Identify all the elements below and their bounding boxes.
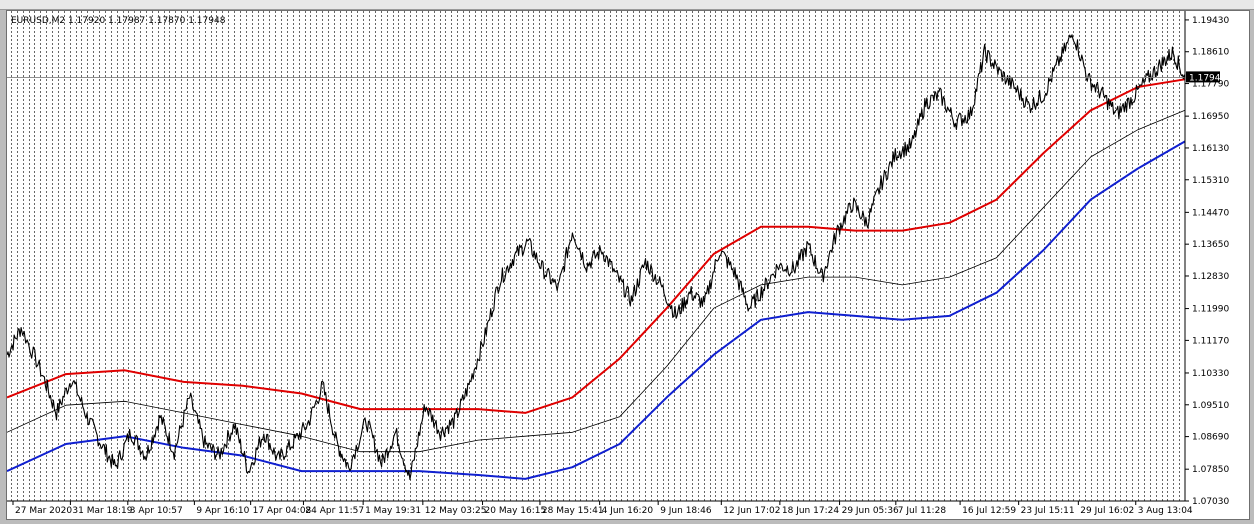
price-chart[interactable]: 1.194301.186101.177901.169501.161301.153… xyxy=(7,11,1249,519)
y-tick-label: 1.08690 xyxy=(1192,433,1229,443)
x-tick-label: 4 Jun 16:20 xyxy=(602,506,654,516)
chart-window[interactable]: 1.19430 1.18610 1.17790 1.16950 1.16130 1.153… xyxy=(6,10,1250,520)
series-lower-band xyxy=(7,140,1186,480)
y-tick-label: 1.07850 xyxy=(1192,465,1229,475)
current-price-value: 1.17948 xyxy=(1189,73,1226,83)
x-tick-label: 17 Apr 04:08 xyxy=(253,506,312,516)
x-tick-label: 31 Mar 18:19 xyxy=(72,506,132,516)
y-tick-label: 1.14470 xyxy=(1192,208,1229,218)
x-tick-label: 9 Apr 16:10 xyxy=(196,506,249,516)
x-tick-label: 29 Jul 16:02 xyxy=(1080,506,1134,516)
y-tick-label: 1.10330 xyxy=(1192,369,1229,379)
x-tick-label: 18 Jun 17:24 xyxy=(782,506,839,516)
x-tick-label: 16 Jul 12:59 xyxy=(962,506,1016,516)
y-tick-label: 1.16130 xyxy=(1192,144,1229,154)
series-price xyxy=(7,34,1186,481)
y-tick-label: 1.13650 xyxy=(1192,240,1229,250)
x-tick-label: 3 Aug 13:04 xyxy=(1138,506,1193,516)
toolbar-strip xyxy=(0,0,1254,10)
y-tick-label: 1.18610 xyxy=(1192,48,1229,58)
y-tick-label: 1.11990 xyxy=(1192,305,1229,315)
series-upper-band xyxy=(7,78,1186,414)
x-tick-label: 23 Jul 15:11 xyxy=(1021,506,1075,516)
current-price-label: 1.17948 xyxy=(1186,71,1226,83)
y-tick-label: 1.07030 xyxy=(1192,497,1229,507)
series-layer xyxy=(7,34,1186,481)
y-tick-label: 1.19430 xyxy=(1192,16,1229,26)
y-tick-label: 1.11170 xyxy=(1192,336,1229,346)
terminal-window: 1.19430 1.18610 1.17790 1.16950 1.16130 1.153… xyxy=(0,0,1254,524)
x-tick-label: 12 Jun 17:02 xyxy=(723,506,780,516)
x-tick-label: 28 May 15:41 xyxy=(542,506,604,516)
x-tick-label: 9 Jun 18:46 xyxy=(660,506,712,516)
x-axis-ticks: 27 Mar 2020 31 Mar 18:193 Apr 10:57 9 Apr … xyxy=(12,501,1193,516)
y-tick-label: 1.09510 xyxy=(1192,401,1229,411)
x-tick-label: 3 Apr 10:57 xyxy=(130,506,183,516)
x-tick-label: 24 Apr 11:57 xyxy=(305,506,364,516)
y-tick-label: 1.15310 xyxy=(1192,176,1229,186)
x-tick-label: 12 May 03:25 xyxy=(425,506,487,516)
y-tick-label: 1.16950 xyxy=(1192,112,1229,122)
y-tick-label: 1.12830 xyxy=(1192,272,1229,282)
x-tick-label: 20 May 16:15 xyxy=(485,506,547,516)
x-tick-label: 7 Jul 11:28 xyxy=(898,506,947,516)
y-axis-ticks: 1.194301.186101.177901.169501.161301.153… xyxy=(1185,16,1229,507)
x-tick-label: 1 May 19:31 xyxy=(365,506,421,516)
symbol-header: EURUSD,M2 1.17920 1.17987 1.17870 1.1794… xyxy=(11,16,226,26)
x-tick-label: 27 Mar 2020 xyxy=(15,506,72,516)
x-tick-label: 29 Jun 05:36 xyxy=(842,506,899,516)
